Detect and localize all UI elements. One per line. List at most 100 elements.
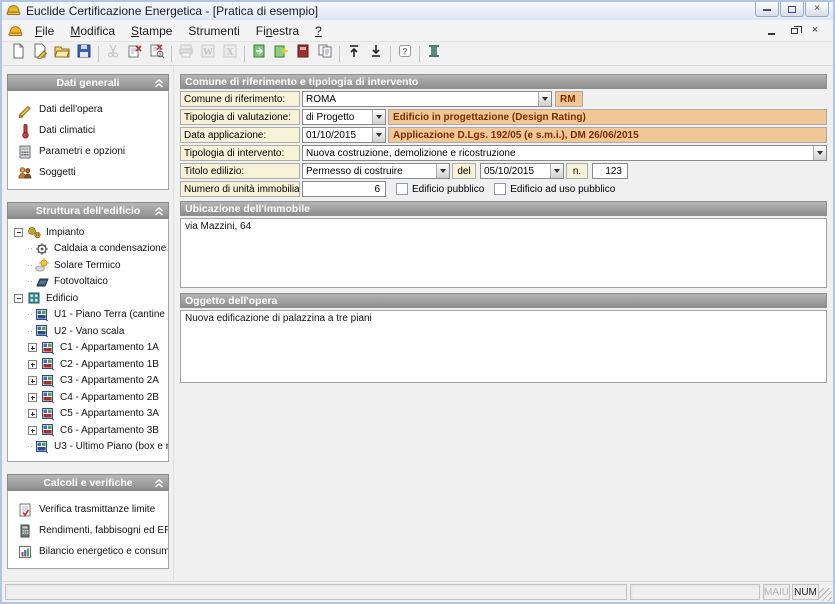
practice-edit-button[interactable]	[29, 44, 51, 64]
help-button[interactable]: ?	[394, 44, 416, 64]
tree-node-caldaia-a-condensazione[interactable]: Caldaia a condensazione	[8, 241, 168, 258]
print-icon	[178, 43, 194, 64]
tree-node-impianto[interactable]: Impianto	[8, 224, 168, 241]
unit-c-icon	[40, 423, 56, 437]
sidebar-item-rendimenti-fabbisogni-ed-ep[interactable]: Rendimenti, fabbisogni ed EP	[8, 520, 168, 541]
tree-node-u2-vano-scala[interactable]: U2 - Vano scala	[8, 323, 168, 340]
tree-node-c1-appartamento-1a[interactable]: C1 - Appartamento 1A	[8, 340, 168, 357]
add-element-button[interactable]	[270, 44, 292, 64]
open-folder-button[interactable]	[51, 44, 73, 64]
unit-icon	[34, 308, 50, 322]
chevron-down-icon[interactable]	[550, 164, 563, 178]
tipologia-valutazione-label: Tipologia di valutazione:	[180, 109, 300, 125]
menu-item-finestra[interactable]: Finestra	[248, 22, 307, 40]
collapse-icon[interactable]	[14, 294, 23, 303]
title-bar[interactable]: Euclide Certificazione Energetica - [Pra…	[2, 2, 833, 20]
minimize-button[interactable]	[755, 2, 779, 17]
titolo-edilizio-select[interactable]: Permesso di costruire	[302, 163, 450, 179]
menu-item-modifica[interactable]: Modifica	[62, 22, 123, 40]
panel-header-dati-generali[interactable]: Dati generali	[7, 74, 169, 91]
tree-node-label: Edificio	[46, 293, 78, 304]
move-down-button[interactable]	[365, 44, 387, 64]
exit-button[interactable]	[423, 44, 445, 64]
titolo-edilizio-label: Titolo edilizio:	[180, 163, 300, 179]
expand-icon[interactable]	[28, 409, 37, 418]
panel-header-struttura-dell-edificio[interactable]: Struttura dell'edificio	[7, 202, 169, 219]
sidebar-item-verifica-trasmittanze-limite[interactable]: Verifica trasmittanze limite	[8, 499, 168, 520]
tree-node-u3-ultimo-piano-box-e-ripo[interactable]: U3 - Ultimo Piano (box e ripo	[8, 439, 168, 456]
data-applicazione-select[interactable]: 01/10/2015	[302, 127, 386, 143]
ubicazione-textarea[interactable]: via Mazzini, 64	[180, 218, 827, 288]
status-bar: MAIU NUM	[2, 581, 833, 602]
collapse-chevron-icon[interactable]	[154, 479, 164, 488]
sidebar-item-soggetti[interactable]: Soggetti	[8, 162, 168, 183]
titolo-edilizio-value: Permesso di costruire	[306, 166, 403, 177]
move-up-button[interactable]	[343, 44, 365, 64]
import-element-button[interactable]	[248, 44, 270, 64]
export-excel-icon: X	[222, 43, 238, 64]
tipologia-intervento-label: Tipologia di intervento:	[180, 145, 300, 161]
close-button[interactable]: ×	[805, 2, 829, 17]
expand-icon[interactable]	[28, 360, 37, 369]
panel-header-calcoli-e-verifiche[interactable]: Calcoli e verifiche	[7, 474, 169, 491]
sidebar-item-parametri-e-opzioni[interactable]: Parametri e opzioni	[8, 141, 168, 162]
edificio-uso-pubblico-checkbox[interactable]	[494, 183, 506, 195]
tree-node-c3-appartamento-2a[interactable]: C3 - Appartamento 2A	[8, 373, 168, 390]
sidebar: Dati generali Dati dell'operaDati climati…	[2, 66, 174, 581]
tree-node-edificio[interactable]: Edificio	[8, 290, 168, 307]
resize-grip[interactable]	[819, 588, 832, 601]
mdi-restore-button[interactable]	[785, 24, 801, 38]
chevron-down-icon[interactable]	[813, 146, 826, 160]
titolo-numero-field[interactable]: 123	[592, 163, 628, 179]
expand-icon[interactable]	[28, 393, 37, 402]
chevron-down-icon[interactable]	[436, 164, 449, 178]
expand-icon[interactable]	[28, 343, 37, 352]
chevron-down-icon[interactable]	[372, 110, 385, 124]
edificio-pubblico-checkbox[interactable]	[396, 183, 408, 195]
save-button[interactable]	[73, 44, 95, 64]
menu-item-strumenti[interactable]: Strumenti	[180, 22, 247, 40]
comune-select[interactable]: ROMA	[302, 91, 552, 107]
chevron-down-icon[interactable]	[372, 128, 385, 142]
panel-title: Struttura dell'edificio	[36, 205, 141, 217]
tree-node-u1-piano-terra-cantine-e[interactable]: U1 - Piano Terra (cantine e	[8, 307, 168, 324]
tree-node-solare-termico[interactable]: Solare Termico	[8, 257, 168, 274]
new-button[interactable]	[7, 44, 29, 64]
maximize-button[interactable]	[780, 2, 804, 17]
expand-icon[interactable]	[28, 426, 37, 435]
tree-node-label: C6 - Appartamento 3B	[60, 425, 159, 436]
collapse-chevron-icon[interactable]	[154, 207, 164, 216]
find-delete-button[interactable]	[146, 44, 168, 64]
duplicate-button[interactable]	[314, 44, 336, 64]
menu-item-file[interactable]: File	[27, 22, 62, 40]
tipologia-intervento-select[interactable]: Nuova costruzione, demolizione e ricostr…	[302, 145, 827, 161]
tree-node-label: U1 - Piano Terra (cantine e	[54, 309, 168, 320]
n-label: n.	[566, 163, 588, 179]
menu-item-help[interactable]: ?	[307, 22, 330, 40]
export-pdf-button[interactable]	[292, 44, 314, 64]
tree-node-c5-appartamento-3a[interactable]: C5 - Appartamento 3A	[8, 406, 168, 423]
tree-node-c6-appartamento-3b[interactable]: C6 - Appartamento 3B	[8, 422, 168, 439]
sidebar-item-dati-climatici[interactable]: Dati climatici	[8, 120, 168, 141]
titolo-data-select[interactable]: 05/10/2015	[480, 163, 564, 179]
expand-icon[interactable]	[28, 376, 37, 385]
tree-node-c4-appartamento-2b[interactable]: C4 - Appartamento 2B	[8, 389, 168, 406]
chevron-down-icon[interactable]	[538, 92, 551, 106]
data-applicazione-value: 01/10/2015	[306, 130, 356, 141]
sidebar-item-bilancio-energetico-e-consumi[interactable]: Bilancio energetico e consumi	[8, 541, 168, 562]
menu-item-stampe[interactable]: Stampe	[123, 22, 180, 40]
collapse-chevron-icon[interactable]	[154, 79, 164, 88]
mdi-minimize-button[interactable]	[763, 24, 779, 38]
save-icon	[76, 43, 92, 64]
panel-struttura-dell-edificio: Struttura dell'edificio ImpiantoCaldaia a…	[7, 202, 169, 462]
tree-node-fotovoltaico[interactable]: Fotovoltaico	[8, 274, 168, 291]
replace-delete-button[interactable]	[124, 44, 146, 64]
tree-node-c2-appartamento-1b[interactable]: C2 - Appartamento 1B	[8, 356, 168, 373]
mdi-close-button[interactable]: ×	[807, 24, 823, 38]
calculator-icon	[17, 144, 33, 160]
unita-field[interactable]: 6	[302, 181, 386, 197]
collapse-icon[interactable]	[14, 228, 23, 237]
oggetto-textarea[interactable]: Nuova edificazione di palazzina a tre pi…	[180, 310, 827, 383]
tipologia-valutazione-select[interactable]: di Progetto	[302, 109, 386, 125]
sidebar-item-dati-dell-opera[interactable]: Dati dell'opera	[8, 99, 168, 120]
